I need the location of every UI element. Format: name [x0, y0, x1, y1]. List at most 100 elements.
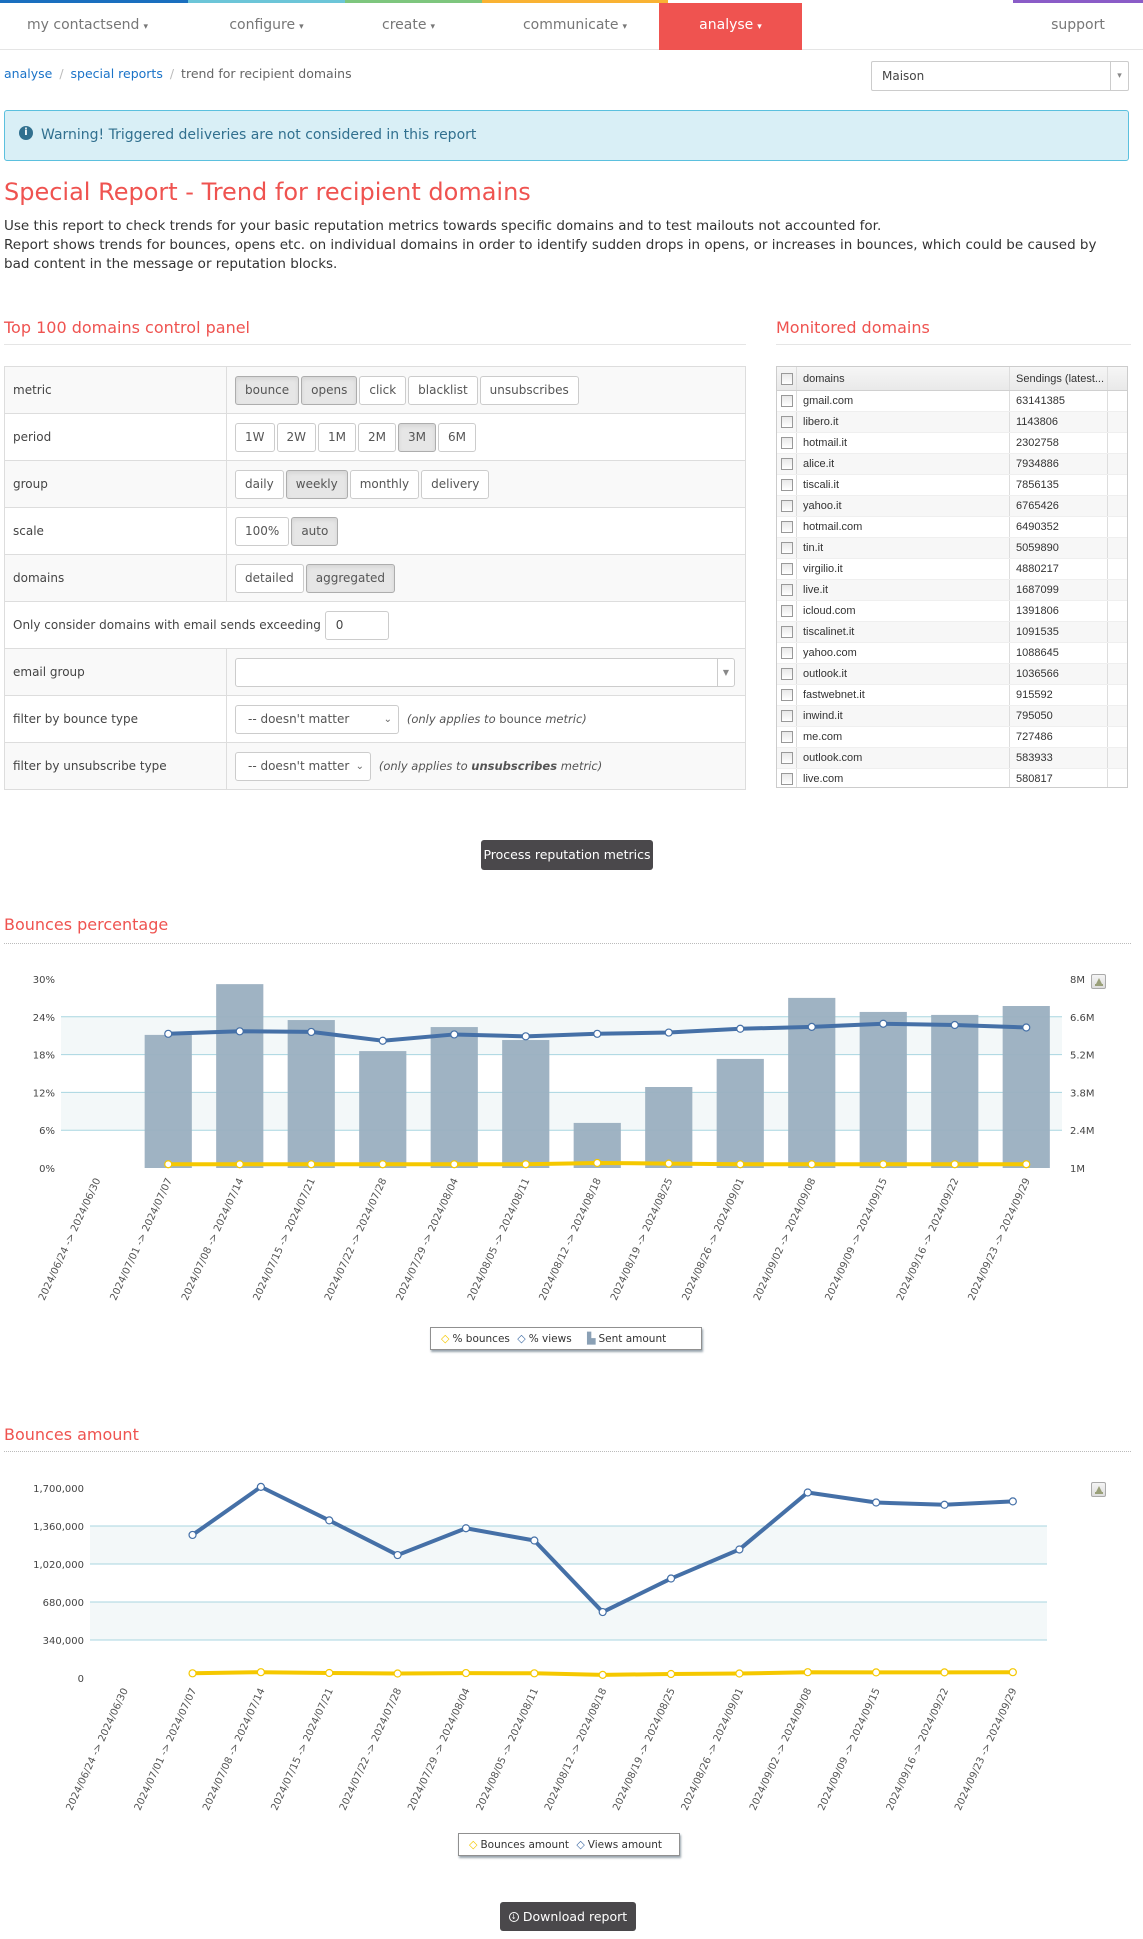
chart2-legend: ◇ Bounces amount ◇ Views amount [458, 1833, 680, 1856]
row-checkbox[interactable] [781, 542, 793, 554]
domain-row[interactable]: alice.it 7934886 [777, 454, 1127, 475]
download-report-button[interactable]: ↓ Download report [500, 1902, 636, 1931]
data-point [521, 1160, 530, 1169]
domain-row[interactable]: outlook.com 583933 [777, 748, 1127, 769]
row-checkbox[interactable] [781, 395, 793, 407]
breadcrumb-analyse[interactable]: analyse [4, 66, 52, 81]
row-checkbox[interactable] [781, 521, 793, 533]
row-checkbox[interactable] [781, 773, 793, 785]
row-checkbox[interactable] [781, 479, 793, 491]
data-point [378, 1036, 387, 1045]
scale-option-button[interactable]: auto [291, 516, 339, 546]
sendings-cell: 727486 [1010, 727, 1108, 747]
nav-configure[interactable]: configure ▾ [188, 3, 345, 50]
row-checkbox[interactable] [781, 710, 793, 722]
domain-row[interactable]: me.com 727486 [777, 727, 1127, 748]
x-axis-tick-label: 2024/08/19 -> 2024/08/25 [609, 1177, 675, 1303]
nav-my-contactsend[interactable]: my contactsend ▾ [0, 3, 175, 50]
metric-option-button[interactable]: click [359, 375, 407, 405]
nav-create[interactable]: create ▾ [345, 3, 472, 50]
data-point [1008, 1497, 1017, 1506]
domain-row[interactable]: inwind.it 795050 [777, 706, 1127, 727]
period-row: period 1W 2W 1M 2M 3M 6M [4, 413, 746, 461]
group-option-button[interactable]: daily [235, 469, 284, 499]
data-point [256, 1482, 265, 1491]
group-option-button[interactable]: weekly [285, 469, 348, 499]
domain-row[interactable]: tiscalinet.it 1091535 [777, 622, 1127, 643]
domain-row[interactable]: libero.it 1143806 [777, 412, 1127, 433]
chart-export-icon[interactable] [1091, 974, 1106, 989]
domain-row[interactable]: fastwebnet.it 915592 [777, 685, 1127, 706]
bar-sent-amount [430, 1027, 478, 1168]
row-checkbox[interactable] [781, 647, 793, 659]
domain-row[interactable]: gmail.com 63141385 [777, 391, 1127, 412]
data-point [879, 1019, 888, 1028]
y-axis-tick-label: 1,700,000 [33, 1484, 84, 1495]
row-checkbox[interactable] [781, 752, 793, 764]
domain-row[interactable]: live.com 580817 [777, 769, 1127, 787]
legend-item[interactable]: Bounces amount [480, 1839, 569, 1851]
group-row: group daily weekly monthly delivery [4, 460, 746, 508]
min-sends-input[interactable]: 0 [324, 610, 389, 640]
row-checkbox[interactable] [781, 731, 793, 743]
domain-row[interactable]: hotmail.com 6490352 [777, 517, 1127, 538]
legend-item[interactable]: % bounces [452, 1333, 509, 1345]
unsub-type-select[interactable]: -- doesn't matter ⌄ [235, 751, 371, 781]
period-option-button[interactable]: 1W [235, 422, 275, 452]
row-checkbox[interactable] [781, 626, 793, 638]
row-checkbox[interactable] [781, 689, 793, 701]
nav-analyse[interactable]: analyse ▾ [659, 3, 802, 50]
metric-option-button[interactable]: opens [301, 375, 358, 405]
domain-row[interactable]: outlook.it 1036566 [777, 664, 1127, 685]
domain-row[interactable]: yahoo.com 1088645 [777, 643, 1127, 664]
domain-row[interactable]: tiscali.it 7856135 [777, 475, 1127, 496]
column-header-domains[interactable]: domains [797, 367, 1010, 390]
period-option-button[interactable]: 6M [438, 422, 476, 452]
x-axis-tick-label: 2024/08/12 -> 2024/08/18 [543, 1687, 609, 1813]
domain-row[interactable]: yahoo.it 6765426 [777, 496, 1127, 517]
domain-row[interactable]: live.it 1687099 [777, 580, 1127, 601]
row-checkbox[interactable] [781, 605, 793, 617]
period-option-button[interactable]: 2W [276, 422, 316, 452]
domain-row[interactable]: icloud.com 1391806 [777, 601, 1127, 622]
row-checkbox[interactable] [781, 437, 793, 449]
domain-row[interactable]: hotmail.it 2302758 [777, 433, 1127, 454]
domain-row[interactable]: tin.it 5059890 [777, 538, 1127, 559]
chart-export-icon[interactable] [1091, 1482, 1106, 1497]
account-select[interactable]: Maison ▾ [871, 61, 1129, 91]
legend-item[interactable]: Views amount [588, 1839, 662, 1851]
period-option-button[interactable]: 1M [318, 422, 356, 452]
data-point [307, 1160, 316, 1169]
x-axis-tick-label: 2024/09/16 -> 2024/09/22 [885, 1687, 951, 1813]
row-select-cell [777, 475, 797, 495]
metric-option-button[interactable]: unsubscribes [479, 375, 579, 405]
metric-option-button[interactable]: blacklist [408, 375, 478, 405]
metric-option-button[interactable]: bounce [235, 375, 300, 405]
domains-option-button[interactable]: aggregated [305, 563, 396, 593]
row-checkbox[interactable] [781, 563, 793, 575]
domains-option-button[interactable]: detailed [235, 563, 304, 593]
group-option-button[interactable]: delivery [421, 469, 490, 499]
domain-cell: tiscali.it [797, 475, 1010, 495]
process-reputation-metrics-button[interactable]: Process reputation metrics [481, 840, 653, 870]
row-checkbox[interactable] [781, 416, 793, 428]
breadcrumb-special-reports[interactable]: special reports [71, 66, 163, 81]
nav-support[interactable]: support [1013, 3, 1143, 50]
group-option-button[interactable]: monthly [349, 469, 420, 499]
period-option-button[interactable]: 2M [358, 422, 396, 452]
select-all-checkbox[interactable] [781, 373, 793, 385]
row-checkbox[interactable] [781, 500, 793, 512]
column-header-sendings[interactable]: Sendings (latest... [1010, 367, 1108, 390]
row-checkbox[interactable] [781, 668, 793, 680]
bounce-type-select[interactable]: -- doesn't matter ⌄ [235, 704, 399, 734]
legend-item[interactable]: Sent amount [598, 1333, 666, 1345]
legend-item[interactable]: % views [529, 1333, 572, 1345]
nav-communicate[interactable]: communicate ▾ [482, 3, 668, 50]
domain-row[interactable]: virgilio.it 4880217 [777, 559, 1127, 580]
domains-row: domains detailed aggregated [4, 554, 746, 602]
scale-option-button[interactable]: 100% [235, 516, 290, 546]
row-checkbox[interactable] [781, 458, 793, 470]
period-option-button[interactable]: 3M [398, 422, 436, 452]
email-group-select[interactable]: ▼ [235, 657, 735, 687]
row-checkbox[interactable] [781, 584, 793, 596]
